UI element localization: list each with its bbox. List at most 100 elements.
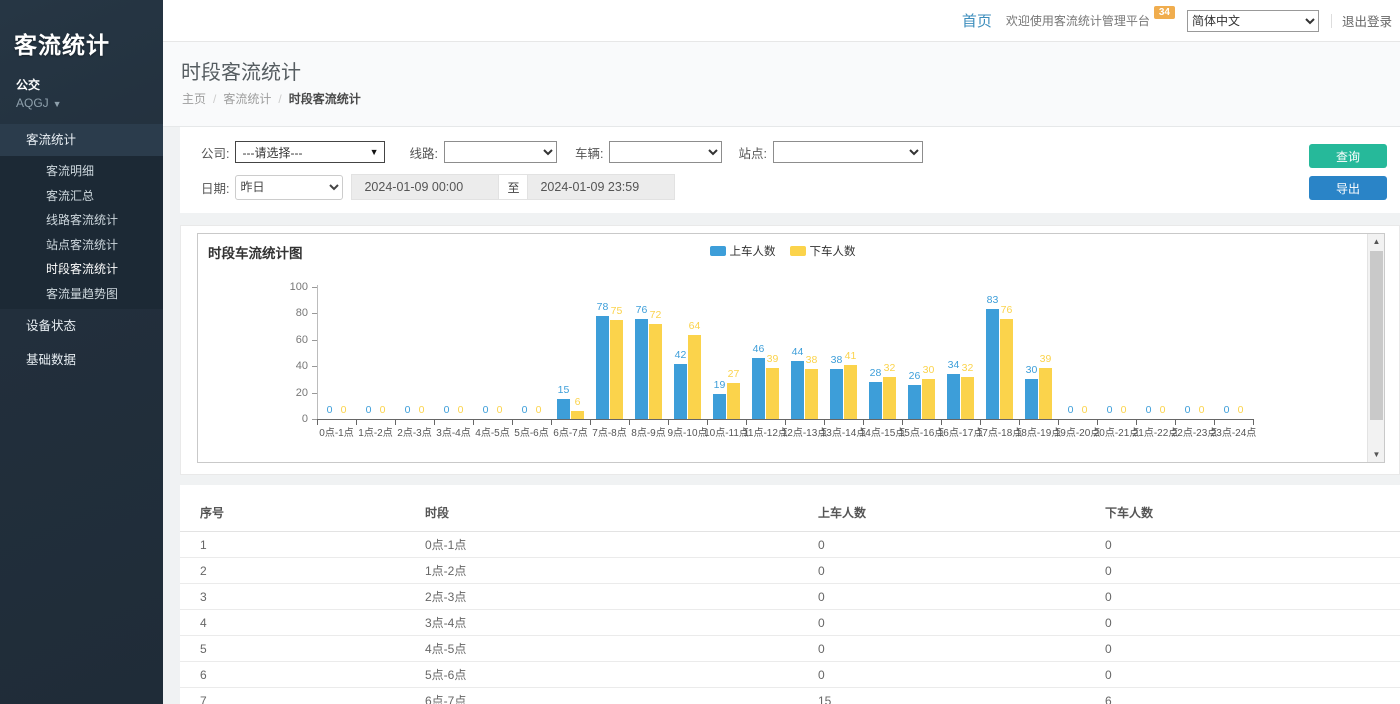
bar bbox=[752, 358, 765, 419]
chart-container: 时段车流统计图 上车人数下车人数 0204060801000点-1点001点-2… bbox=[197, 233, 1385, 463]
table-row: 43点-4点00 bbox=[180, 610, 1400, 636]
bar bbox=[830, 369, 843, 419]
x-axis-label: 8点-9点 bbox=[629, 424, 668, 439]
y-axis-line bbox=[317, 285, 318, 420]
sidebar-sub-item[interactable]: 客流汇总 bbox=[0, 184, 163, 209]
breadcrumb-separator: / bbox=[278, 92, 281, 106]
range-separator: 至 bbox=[499, 174, 527, 200]
scroll-thumb[interactable] bbox=[1370, 251, 1383, 420]
table-row: 54点-5点00 bbox=[180, 636, 1400, 662]
table-panel: 序号时段上车人数下车人数 10点-1点0021点-2点0032点-3点0043点… bbox=[180, 485, 1400, 704]
breadcrumb-item[interactable]: 客流统计 bbox=[223, 92, 271, 106]
sidebar-sub-item[interactable]: 时段客流统计 bbox=[0, 257, 163, 282]
x-axis-label: 10点-11点 bbox=[707, 424, 746, 439]
bar bbox=[844, 365, 857, 419]
vertical-scrollbar[interactable]: ▲ ▼ bbox=[1367, 234, 1384, 462]
sidebar-sub-item[interactable]: 客流明细 bbox=[0, 159, 163, 184]
y-axis-tick bbox=[312, 313, 317, 314]
table-row: 21点-2点00 bbox=[180, 558, 1400, 584]
sidebar-item-parent[interactable]: 基础数据 bbox=[0, 343, 163, 377]
line-select[interactable] bbox=[444, 141, 557, 163]
y-axis-label: 60 bbox=[274, 334, 308, 346]
bar bbox=[635, 319, 648, 419]
org-code: AQGJ bbox=[16, 96, 49, 110]
y-axis-tick bbox=[312, 287, 317, 288]
bar bbox=[986, 309, 999, 419]
table-cell: 0 bbox=[1085, 610, 1400, 636]
dropdown-triangle-icon: ▼ bbox=[370, 147, 379, 157]
topbar-home-link[interactable]: 首页 bbox=[962, 10, 992, 31]
bar bbox=[922, 379, 935, 419]
table-cell: 7 bbox=[180, 688, 405, 704]
date-to-input[interactable] bbox=[527, 174, 675, 200]
x-axis-label: 14点-15点 bbox=[863, 424, 902, 439]
welcome-text: 欢迎使用客流统计管理平台 bbox=[1006, 12, 1150, 29]
bar-value-label: 27 bbox=[718, 368, 749, 380]
x-axis-label: 1点-2点 bbox=[356, 424, 395, 439]
filter-panel: 公司: ---请选择--- ▼ 线路: 车辆: 站点: 日期: 昨日 至 查询 … bbox=[180, 127, 1400, 213]
breadcrumb-separator: / bbox=[213, 92, 216, 106]
date-from-input[interactable] bbox=[351, 174, 499, 200]
sidebar-sub-item[interactable]: 站点客流统计 bbox=[0, 233, 163, 258]
x-axis-label: 19点-20点 bbox=[1058, 424, 1097, 439]
app-brand: 客流统计 bbox=[0, 0, 163, 60]
page-header: 时段客流统计 主页/客流统计/时段客流统计 bbox=[163, 42, 1400, 127]
table-header-cell: 下车人数 bbox=[1085, 497, 1400, 532]
sidebar-sub-item[interactable]: 线路客流统计 bbox=[0, 208, 163, 233]
table-cell: 2点-3点 bbox=[405, 584, 798, 610]
sidebar-item-parent[interactable]: 客流统计 bbox=[0, 124, 163, 156]
table-cell: 0 bbox=[1085, 532, 1400, 558]
bar bbox=[649, 324, 662, 419]
table-cell: 0 bbox=[798, 532, 1085, 558]
table-row: 32点-3点00 bbox=[180, 584, 1400, 610]
x-axis-label: 23点-24点 bbox=[1214, 424, 1253, 439]
breadcrumb-item[interactable]: 主页 bbox=[182, 92, 206, 106]
sidebar-sub-item[interactable]: 客流量趋势图 bbox=[0, 282, 163, 307]
table-cell: 0点-1点 bbox=[405, 532, 798, 558]
table-cell: 0 bbox=[1085, 636, 1400, 662]
table-cell: 0 bbox=[798, 558, 1085, 584]
station-select[interactable] bbox=[773, 141, 923, 163]
logout-link[interactable]: 退出登录 bbox=[1342, 11, 1392, 30]
vehicle-select[interactable] bbox=[609, 141, 722, 163]
bar bbox=[805, 369, 818, 419]
language-select[interactable]: 简体中文 bbox=[1187, 10, 1319, 32]
table-row: 76点-7点156 bbox=[180, 688, 1400, 704]
x-axis-label: 22点-23点 bbox=[1175, 424, 1214, 439]
table-body: 10点-1点0021点-2点0032点-3点0043点-4点0054点-5点00… bbox=[180, 532, 1400, 704]
sidebar-submenu: 客流明细客流汇总线路客流统计站点客流统计时段客流统计客流量趋势图 bbox=[0, 156, 163, 309]
date-preset-select[interactable]: 昨日 bbox=[235, 175, 343, 200]
bar bbox=[947, 374, 960, 419]
bar bbox=[713, 394, 726, 419]
bar bbox=[883, 377, 896, 419]
x-axis-label: 20点-21点 bbox=[1097, 424, 1136, 439]
table-cell: 0 bbox=[1085, 558, 1400, 584]
org-code-dropdown[interactable]: AQGJ ▼ bbox=[0, 93, 163, 110]
sidebar-item-parent[interactable]: 设备状态 bbox=[0, 309, 163, 343]
table-cell: 5 bbox=[180, 636, 405, 662]
company-select-value: ---请选择--- bbox=[242, 144, 302, 161]
time-period-table: 序号时段上车人数下车人数 10点-1点0021点-2点0032点-3点0043点… bbox=[180, 497, 1400, 704]
export-button[interactable]: 导出 bbox=[1309, 176, 1387, 200]
table-cell: 5点-6点 bbox=[405, 662, 798, 688]
company-select[interactable]: ---请选择--- ▼ bbox=[235, 141, 385, 163]
y-axis-tick bbox=[312, 340, 317, 341]
y-axis-label: 20 bbox=[274, 387, 308, 399]
y-axis-label: 0 bbox=[274, 413, 308, 425]
scroll-up-icon[interactable]: ▲ bbox=[1368, 234, 1385, 249]
table-cell: 0 bbox=[1085, 584, 1400, 610]
x-axis-label: 13点-14点 bbox=[824, 424, 863, 439]
x-axis-label: 0点-1点 bbox=[317, 424, 356, 439]
scroll-down-icon[interactable]: ▼ bbox=[1368, 447, 1385, 462]
org-name: 公交 bbox=[0, 60, 163, 93]
sidebar: 客流统计 公交 AQGJ▼ 客流统计客流明细客流汇总线路客流统计站点客流统计时段… bbox=[0, 0, 163, 704]
notification-badge[interactable]: 34 bbox=[1154, 6, 1175, 19]
chart-panel: 时段车流统计图 上车人数下车人数 0204060801000点-1点001点-2… bbox=[180, 225, 1400, 475]
query-button[interactable]: 查询 bbox=[1309, 144, 1387, 168]
station-label: 站点: bbox=[738, 143, 766, 162]
x-axis-label: 7点-8点 bbox=[590, 424, 629, 439]
table-cell: 6 bbox=[1085, 688, 1400, 704]
caret-down-icon: ▼ bbox=[53, 99, 62, 109]
bar bbox=[869, 382, 882, 419]
y-axis-tick bbox=[312, 393, 317, 394]
